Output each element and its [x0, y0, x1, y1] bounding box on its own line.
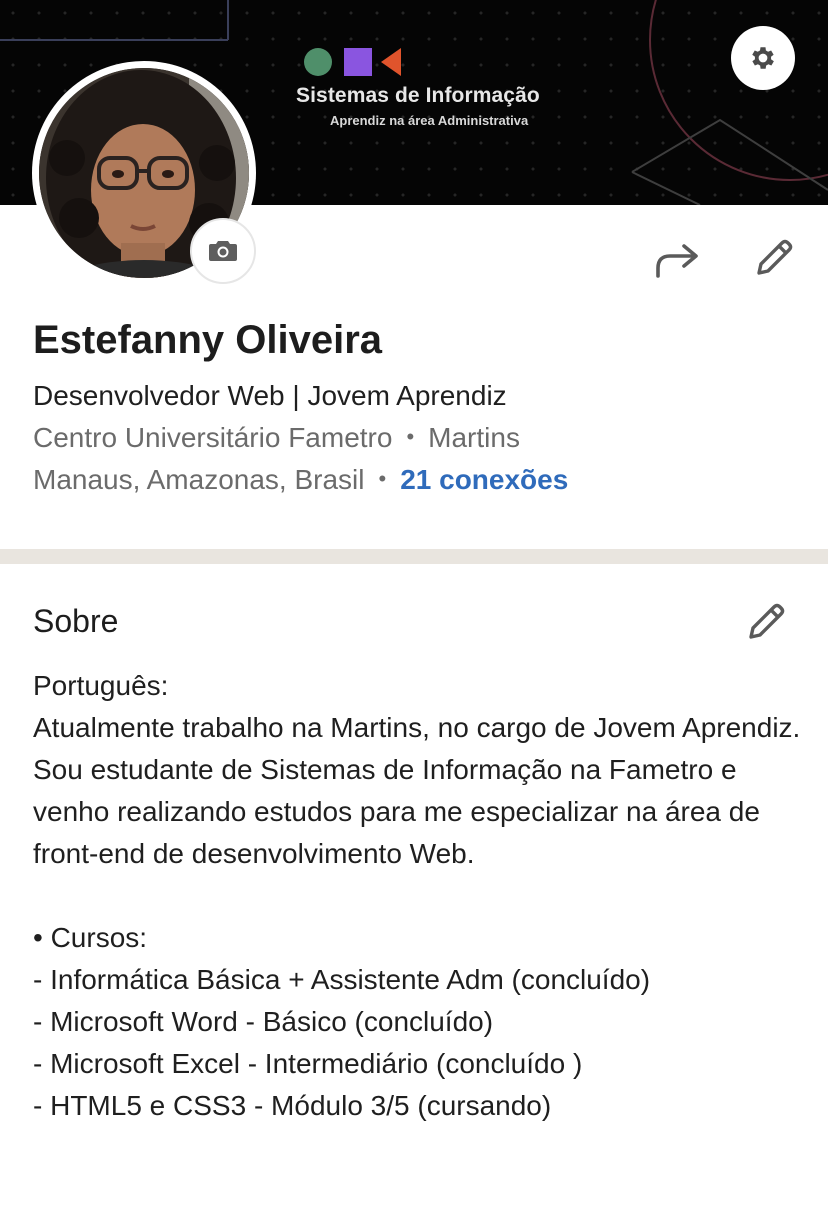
settings-button[interactable]	[731, 26, 795, 90]
gear-icon	[752, 47, 774, 69]
about-section-title: Sobre	[33, 603, 119, 639]
connections-link[interactable]: 21 conexões	[400, 464, 568, 495]
about-line: - Microsoft Excel - Intermediário (concl…	[33, 1048, 583, 1079]
banner-logo-shapes	[304, 48, 401, 76]
change-photo-button[interactable]	[190, 218, 256, 284]
about-line: Português:	[33, 670, 169, 701]
profile-headline: Desenvolvedor Web | Jovem Aprendiz	[33, 380, 507, 411]
edit-intro-button[interactable]	[746, 232, 800, 286]
about-paragraph: Atualmente trabalho na Martins, no cargo…	[33, 712, 801, 869]
banner-subtitle: Aprendiz na área Administrativa	[330, 113, 529, 128]
about-line: - Microsoft Word - Básico (concluído)	[33, 1006, 494, 1037]
location-text: Manaus, Amazonas, Brasil	[33, 464, 365, 495]
education-link[interactable]: Centro Universitário Fametro	[33, 422, 392, 453]
edit-about-button[interactable]	[738, 596, 792, 650]
share-arrow-icon	[656, 244, 698, 278]
camera-icon	[209, 241, 237, 261]
section-divider	[0, 549, 828, 564]
about-line: • Cursos:	[33, 922, 148, 953]
profile-name: Estefanny Oliveira	[33, 318, 383, 362]
share-profile-button[interactable]	[650, 238, 704, 284]
pencil-icon	[757, 239, 793, 275]
pencil-icon	[749, 603, 785, 639]
about-line: - HTML5 e CSS3 - Módulo 3/5 (cursando)	[33, 1090, 552, 1121]
about-line: - Informática Básica + Assistente Adm (c…	[33, 964, 651, 995]
about-blank-line	[33, 875, 803, 917]
education-company-line: Centro Universitário Fametro • Martins	[33, 422, 520, 454]
separator-dot: •	[378, 466, 387, 491]
separator-dot: •	[406, 424, 415, 449]
company-link[interactable]: Martins	[428, 422, 520, 453]
about-text: Português: Atualmente trabalho na Martin…	[33, 665, 803, 1127]
location-line: Manaus, Amazonas, Brasil • 21 conexões	[33, 464, 568, 496]
banner-title: Sistemas de Informação	[296, 84, 540, 107]
